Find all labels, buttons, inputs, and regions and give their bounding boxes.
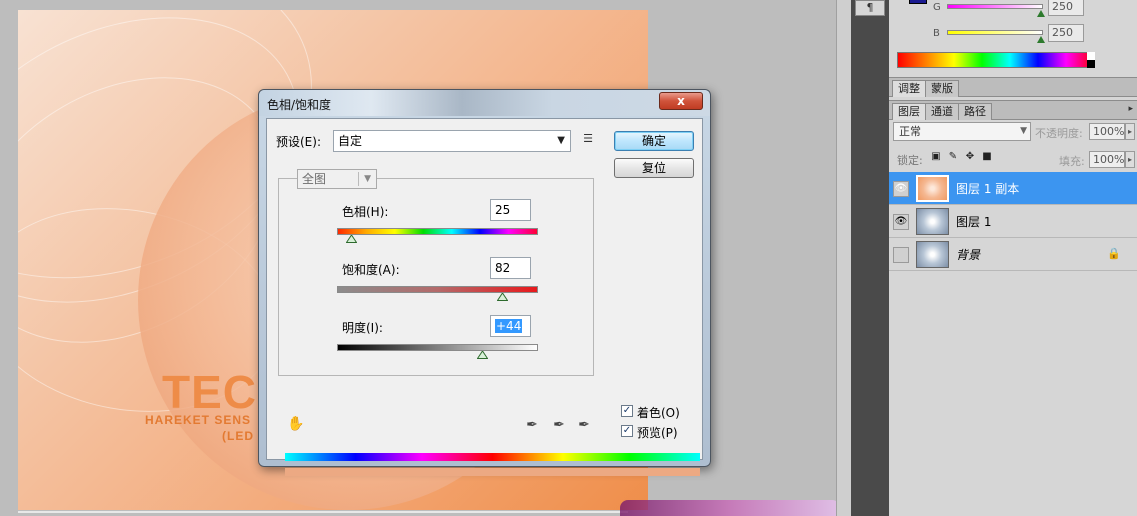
hand-icon[interactable]: ✋ bbox=[287, 415, 305, 433]
opacity-field[interactable]: 100% bbox=[1089, 123, 1125, 140]
lock-label: 锁定: bbox=[897, 154, 923, 167]
opacity-label: 不透明度: bbox=[1035, 127, 1083, 140]
lightness-input[interactable]: +44 bbox=[490, 315, 531, 337]
hue-slider-track[interactable] bbox=[337, 228, 538, 235]
check-icon: ✓ bbox=[622, 425, 632, 436]
preset-menu-icon[interactable]: ☰ bbox=[581, 132, 595, 146]
b-slider-track[interactable] bbox=[947, 30, 1043, 35]
chevron-down-icon: ▼ bbox=[1020, 126, 1027, 136]
canvas-scrollbar[interactable] bbox=[836, 0, 851, 516]
dialog-title: 色相/饱和度 bbox=[267, 98, 332, 112]
hue-saturation-dialog: 色相/饱和度 x 预设(E): 自定 ▼ ☰ 确定 复位 全图 ▼ 色相(H):… bbox=[258, 89, 711, 476]
layer-row[interactable]: 背景 🔒 bbox=[889, 238, 1137, 271]
layer-name: 图层 1 副本 bbox=[956, 182, 1020, 196]
blend-mode-value: 正常 bbox=[899, 125, 921, 138]
layer-row[interactable]: 👁 图层 1 bbox=[889, 205, 1137, 238]
layer-thumbnail bbox=[916, 175, 949, 202]
layer-row[interactable]: 👁 图层 1 副本 bbox=[889, 172, 1137, 205]
lock-paint-icon[interactable]: ✎ bbox=[947, 151, 959, 163]
eye-icon[interactable]: 👁 bbox=[893, 181, 909, 197]
spectrum-black-swatch[interactable] bbox=[1087, 60, 1095, 68]
saturation-input[interactable]: 82 bbox=[490, 257, 531, 279]
colorize-label: 着色(O) bbox=[637, 406, 680, 420]
chevron-down-icon: ▼ bbox=[364, 174, 371, 184]
colorize-checkbox[interactable]: ✓ bbox=[621, 405, 633, 417]
panel-menu-icon[interactable]: ▸ bbox=[1128, 104, 1133, 114]
tab-layers[interactable]: 图层 bbox=[892, 103, 926, 120]
lock-transparency-icon[interactable]: ▣ bbox=[930, 151, 942, 163]
lightness-slider-track[interactable] bbox=[337, 344, 538, 351]
lock-all-icon[interactable]: ■ bbox=[981, 151, 993, 163]
fill-field[interactable]: 100% bbox=[1089, 151, 1125, 168]
saturation-slider-track[interactable] bbox=[337, 286, 538, 293]
select-separator bbox=[358, 172, 359, 186]
tab-adjustments[interactable]: 调整 bbox=[892, 80, 926, 97]
g-slider-track[interactable] bbox=[947, 4, 1043, 9]
close-icon: x bbox=[677, 94, 685, 108]
color-slider-b[interactable]: B 250 bbox=[889, 24, 1137, 48]
chevron-down-icon: ▼ bbox=[557, 135, 565, 146]
eyedropper-icon[interactable]: ✒ bbox=[523, 416, 541, 434]
eyedropper-plus-icon[interactable]: ✒ bbox=[550, 416, 568, 434]
visibility-toggle[interactable] bbox=[893, 247, 909, 263]
saturation-slider-thumb[interactable] bbox=[496, 293, 508, 301]
g-value-field[interactable]: 250 bbox=[1048, 0, 1084, 16]
fill-arrow-icon[interactable]: ▸ bbox=[1125, 151, 1135, 168]
eyedropper-minus-icon[interactable]: ✒ bbox=[575, 416, 593, 434]
decorative-flower bbox=[620, 500, 840, 516]
blend-mode-select[interactable]: 正常 ▼ bbox=[893, 122, 1031, 141]
dialog-body: 预设(E): 自定 ▼ ☰ 确定 复位 全图 ▼ 色相(H): 25 饱和度(A… bbox=[266, 118, 703, 476]
hue-input[interactable]: 25 bbox=[490, 199, 531, 221]
layer-thumbnail bbox=[916, 241, 949, 268]
layer-name: 背景 bbox=[956, 248, 981, 262]
lock-icon: 🔒 bbox=[1107, 247, 1121, 260]
adjustments-tabbar: 调整 蒙版 bbox=[889, 77, 1137, 97]
opacity-arrow-icon[interactable]: ▸ bbox=[1125, 123, 1135, 140]
layers-tabbar: 图层 通道 路径 ▸ bbox=[889, 100, 1137, 120]
b-value-field[interactable]: 250 bbox=[1048, 24, 1084, 42]
channel-g-label: G bbox=[933, 2, 941, 13]
right-panel: G 250 B 250 调整 蒙版 图层 通道 路径 ▸ 正常 ▼ 不透明度: … bbox=[889, 0, 1137, 516]
source-color-bar bbox=[285, 453, 700, 461]
panel-dock-divider bbox=[851, 0, 889, 516]
ok-button[interactable]: 确定 bbox=[614, 131, 694, 151]
fill-label: 填充: bbox=[1059, 155, 1085, 168]
paragraph-panel-tab[interactable]: ¶ bbox=[855, 0, 885, 16]
preview-checkbox[interactable]: ✓ bbox=[621, 425, 633, 437]
layer-thumbnail bbox=[916, 208, 949, 235]
eye-icon[interactable]: 👁 bbox=[893, 214, 909, 230]
hue-slider-thumb[interactable] bbox=[346, 235, 358, 243]
tab-channels[interactable]: 通道 bbox=[925, 103, 959, 120]
b-slider-thumb[interactable] bbox=[1037, 36, 1045, 43]
color-spectrum-bar[interactable] bbox=[897, 52, 1095, 68]
document-edge bbox=[18, 511, 628, 513]
preview-label: 预览(P) bbox=[637, 426, 678, 440]
close-button[interactable]: x bbox=[659, 92, 703, 110]
lightness-slider-thumb[interactable] bbox=[476, 351, 488, 359]
lock-move-icon[interactable]: ✥ bbox=[964, 151, 976, 163]
preset-label: 预设(E): bbox=[276, 135, 321, 149]
dialog-titlebar[interactable]: 色相/饱和度 x bbox=[259, 90, 710, 116]
g-slider-thumb[interactable] bbox=[1037, 10, 1045, 17]
layer-name: 图层 1 bbox=[956, 215, 992, 229]
result-color-bar bbox=[285, 468, 700, 476]
channel-select[interactable]: 全图 ▼ bbox=[297, 169, 377, 189]
tab-masks[interactable]: 蒙版 bbox=[925, 80, 959, 97]
channel-value: 全图 bbox=[302, 172, 327, 186]
preset-select[interactable]: 自定 ▼ bbox=[333, 130, 571, 152]
saturation-label: 饱和度(A): bbox=[342, 263, 400, 277]
check-icon: ✓ bbox=[622, 405, 632, 416]
preset-value: 自定 bbox=[338, 134, 363, 148]
lightness-value-selected: +44 bbox=[495, 319, 523, 333]
color-slider-g[interactable]: G 250 bbox=[889, 0, 1137, 22]
lightness-label: 明度(I): bbox=[342, 321, 383, 335]
document-tagline-2: (LED bbox=[222, 429, 254, 443]
tab-paths[interactable]: 路径 bbox=[958, 103, 992, 120]
paragraph-icon: ¶ bbox=[866, 1, 874, 14]
spectrum-white-swatch[interactable] bbox=[1087, 52, 1095, 60]
document-tagline: HAREKET SENS bbox=[145, 413, 252, 427]
hue-label: 色相(H): bbox=[342, 205, 389, 219]
channel-b-label: B bbox=[933, 28, 940, 39]
reset-button[interactable]: 复位 bbox=[614, 158, 694, 178]
